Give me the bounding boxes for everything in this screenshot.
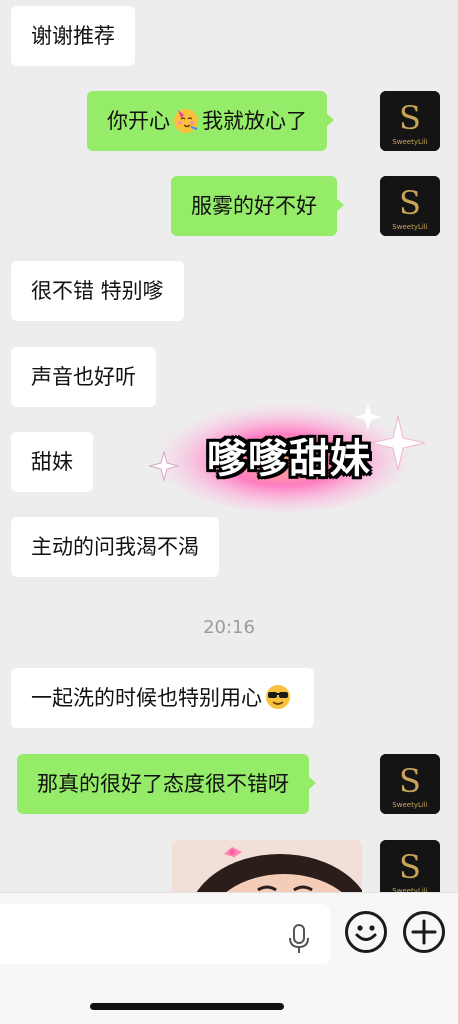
sweetylili-logo-icon: S SweetyLili [380,176,440,236]
sweetylili-logo-icon: S SweetyLili [380,840,440,892]
microphone-icon[interactable] [287,924,311,954]
message-text: 甜妹 [31,450,73,474]
message-text: 我就放心了 [202,109,307,133]
message-incoming[interactable]: 声音也好听 [11,347,156,407]
avatar[interactable]: S SweetyLili [380,176,440,236]
emoji-button[interactable] [345,911,387,953]
message-input[interactable] [0,904,330,964]
message-incoming[interactable]: 一起洗的时候也特别用心 [11,668,314,728]
svg-text:S: S [399,848,421,886]
message-incoming[interactable]: 很不错 特别嗲 [11,261,184,321]
message-text: 主动的问我渴不渴 [31,535,199,559]
svg-text:SweetyLili: SweetyLili [392,223,427,231]
message-outgoing[interactable]: 服雾的好不好 [171,176,344,236]
plus-icon [411,919,437,945]
emoji-icon [355,925,377,941]
svg-text:SweetyLili: SweetyLili [392,801,427,809]
sticker-text: 嗲嗲甜妹 [207,436,371,482]
avatar[interactable]: S SweetyLili [380,91,440,151]
sticker-image[interactable]: 嗲嗲甜妹 [148,388,430,518]
chat-area: 谢谢推荐 你开心 我就放心了 服雾的好不好 很不错 特别嗲 声音也好听 甜妹 主… [0,0,458,892]
message-outgoing[interactable]: 你开心 我就放心了 [87,91,334,151]
message-timestamp: 20:16 [203,617,255,638]
message-text: 声音也好听 [31,365,136,389]
message-text: 谢谢推荐 [31,24,115,48]
svg-text:S: S [399,762,421,800]
party-face-emoji-icon [174,109,198,133]
sweetylili-logo-icon: S SweetyLili [380,754,440,814]
sweetylili-logo-icon: S SweetyLili [380,91,440,151]
svg-text:S: S [399,184,421,222]
message-text: 你开心 [107,109,170,133]
message-text: 很不错 特别嗲 [31,279,164,303]
message-incoming[interactable]: 谢谢推荐 [11,6,135,66]
svg-text:SweetyLili: SweetyLili [392,138,427,146]
svg-text:S: S [399,99,421,137]
child-photo-image [172,840,362,892]
message-text: 一起洗的时候也特别用心 [31,686,262,710]
home-indicator[interactable] [90,1003,284,1010]
message-text: 服雾的好不好 [191,194,317,218]
plus-button[interactable] [403,911,445,953]
message-incoming[interactable]: 主动的问我渴不渴 [11,517,219,577]
avatar[interactable]: S SweetyLili [380,840,440,892]
message-incoming[interactable]: 甜妹 [11,432,93,492]
sunglasses-face-emoji-icon [266,685,290,709]
message-text: 那真的很好了态度很不错呀 [37,772,289,796]
message-outgoing[interactable]: 那真的很好了态度很不错呀 [17,754,316,814]
avatar[interactable]: S SweetyLili [380,754,440,814]
photo-message[interactable] [172,840,362,892]
